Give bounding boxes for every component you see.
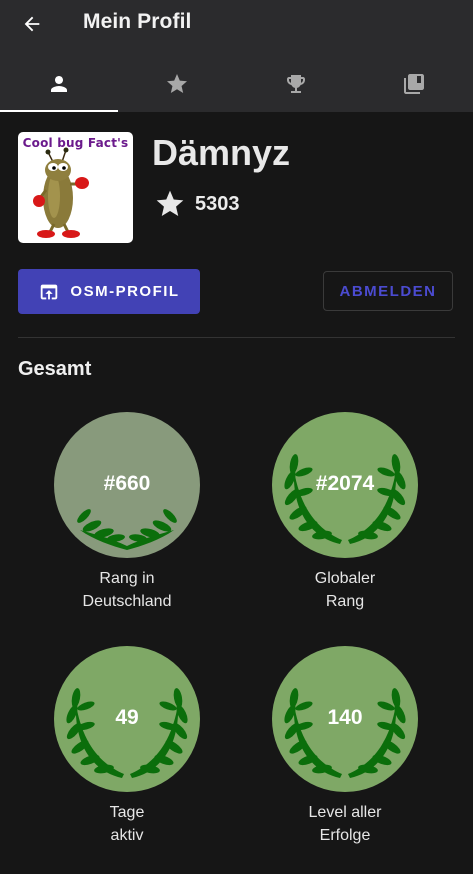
stat-rank-country: #660 Rang in Deutschland bbox=[37, 412, 217, 613]
star-icon bbox=[167, 74, 188, 93]
stat-label: Level aller Erfolge bbox=[255, 801, 435, 847]
stat-label-line2: Rang bbox=[325, 593, 365, 610]
tab-achievements[interactable] bbox=[237, 56, 355, 112]
stat-days-active: 49 Tage aktiv bbox=[37, 646, 217, 847]
avatar: Cool bug Fact's bbox=[18, 132, 133, 243]
stat-value: #660 bbox=[103, 472, 151, 495]
back-button[interactable] bbox=[14, 6, 50, 42]
username: Dämnyz bbox=[152, 132, 291, 173]
stat-label-line2: Erfolge bbox=[319, 827, 371, 844]
person-icon bbox=[51, 76, 68, 92]
stat-label: Tage aktiv bbox=[37, 801, 217, 847]
logout-button[interactable]: ABMELDEN bbox=[323, 271, 453, 311]
stat-rank-global: #2074 Globaler Rang bbox=[255, 412, 435, 613]
score-value: 5303 bbox=[195, 192, 240, 215]
stat-value: 140 bbox=[327, 706, 363, 729]
tab-profile[interactable] bbox=[0, 56, 119, 112]
tab-bar bbox=[0, 56, 473, 112]
score-row: 5303 bbox=[154, 188, 240, 220]
stat-badge: #2074 bbox=[272, 412, 418, 558]
stat-badge: 49 bbox=[54, 646, 200, 792]
stat-label-line1: Level aller bbox=[308, 804, 382, 821]
osm-profile-button[interactable]: OSM-PROFIL bbox=[18, 269, 200, 314]
page-title: Mein Profil bbox=[83, 10, 192, 33]
divider bbox=[18, 337, 455, 338]
osm-profile-label: OSM-PROFIL bbox=[70, 283, 180, 300]
stat-value: #2074 bbox=[315, 472, 375, 495]
stat-badge: 140 bbox=[272, 646, 418, 792]
open-in-browser-icon bbox=[41, 284, 58, 299]
trophy-icon bbox=[286, 75, 305, 93]
stat-label-line1: Tage bbox=[109, 804, 145, 821]
stat-achievement-levels: 140 Level aller Erfolge bbox=[255, 646, 435, 847]
app-bar: Mein Profil bbox=[0, 0, 473, 112]
stat-label-line2: Deutschland bbox=[82, 593, 172, 610]
section-title: Gesamt bbox=[18, 358, 92, 380]
stat-label: Globaler Rang bbox=[255, 567, 435, 613]
stat-value: 49 bbox=[115, 706, 139, 729]
stat-label: Rang in Deutschland bbox=[37, 567, 217, 613]
stat-label-line2: aktiv bbox=[110, 827, 144, 844]
bug-illustration bbox=[33, 147, 89, 238]
tab-favorites[interactable] bbox=[118, 56, 236, 112]
stat-label-line1: Rang in bbox=[99, 570, 155, 587]
tab-collection[interactable] bbox=[355, 56, 473, 112]
star-icon bbox=[156, 190, 184, 216]
arrow-left-icon bbox=[24, 16, 40, 32]
stat-badge: #660 bbox=[54, 412, 200, 558]
library-books-icon bbox=[403, 74, 424, 94]
stat-label-line1: Globaler bbox=[314, 570, 376, 587]
